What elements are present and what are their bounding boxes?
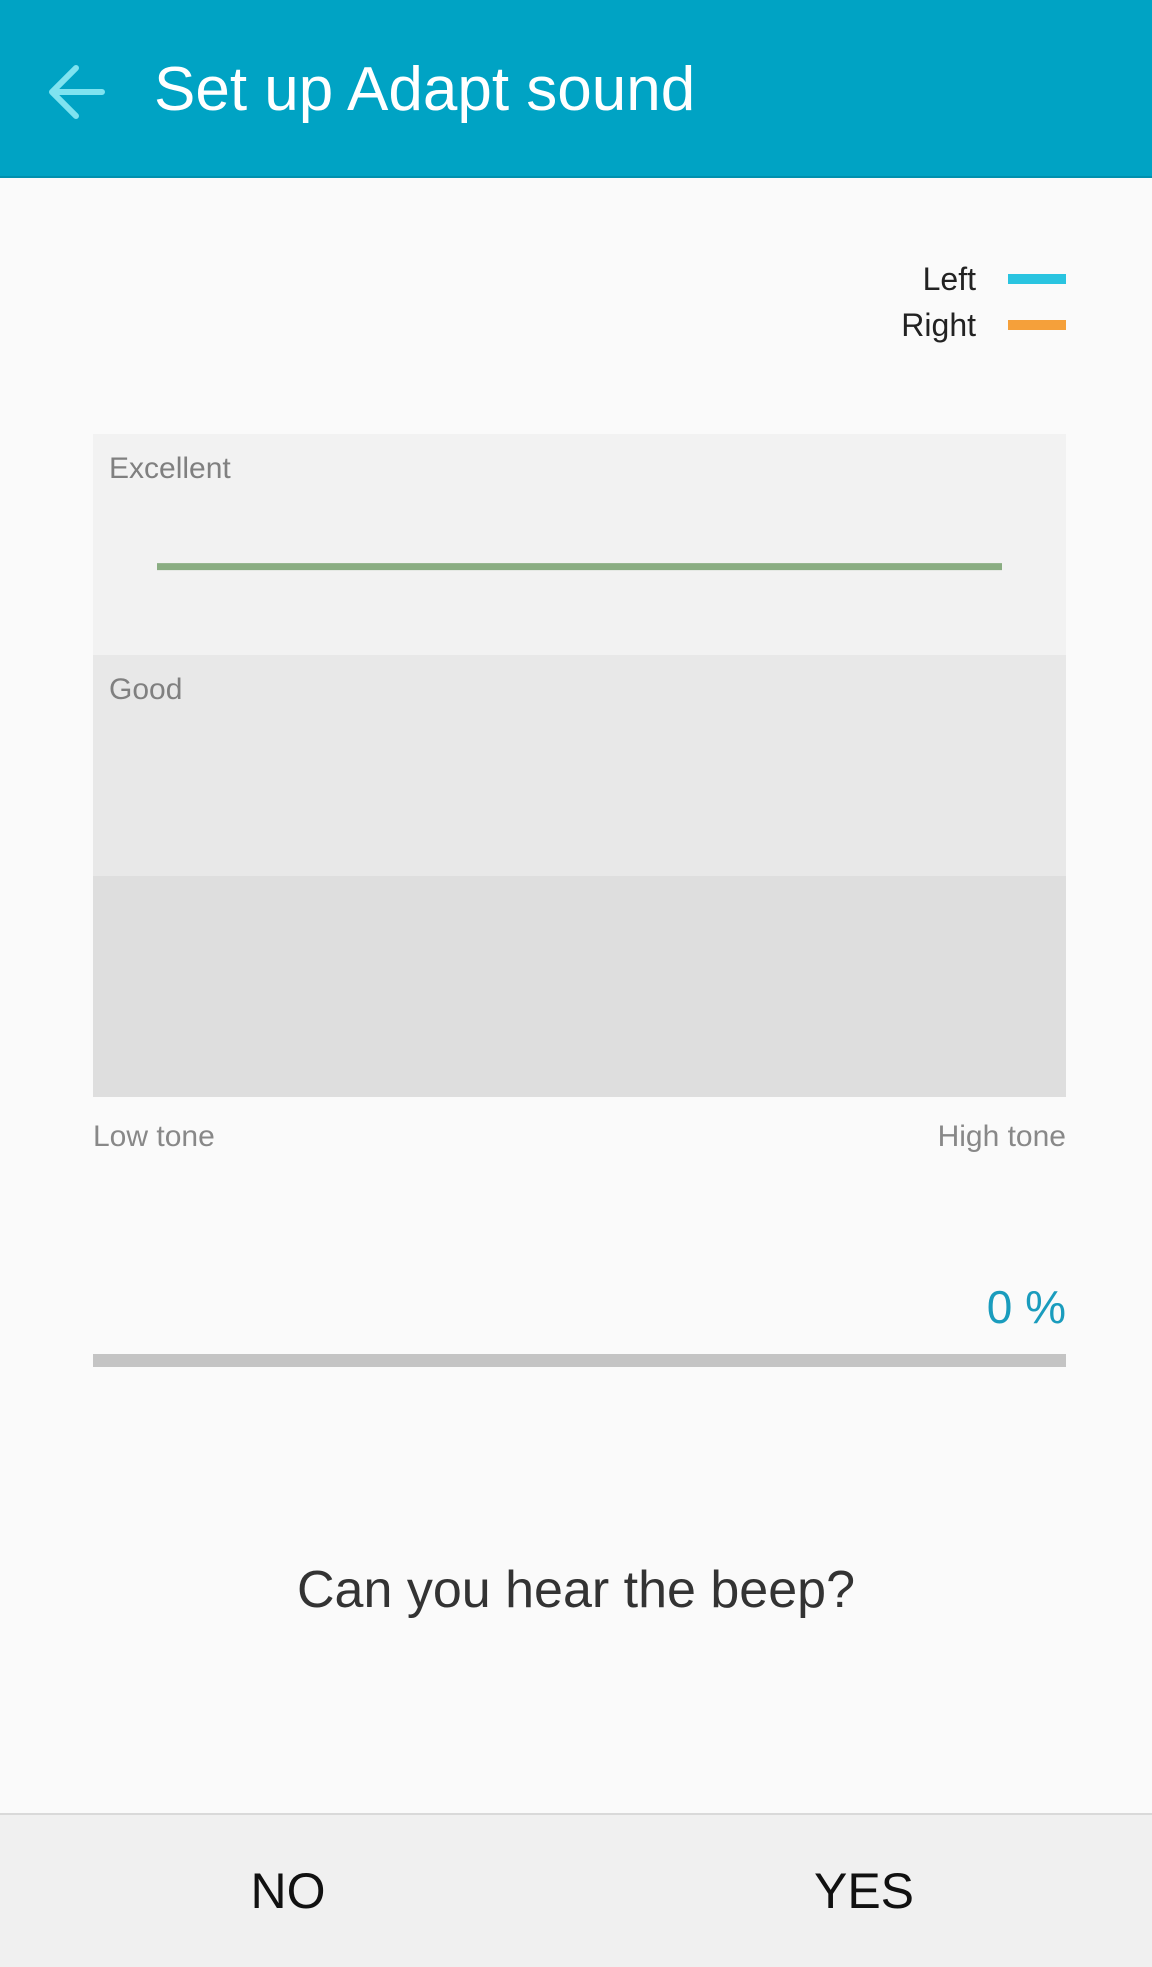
legend-item-left: Left bbox=[901, 256, 1066, 302]
chart-legend: Left Right bbox=[901, 256, 1066, 348]
beep-question: Can you hear the beep? bbox=[297, 1561, 855, 1619]
legend-item-right: Right bbox=[901, 302, 1066, 348]
x-axis-low-label: Low tone bbox=[93, 1120, 215, 1153]
arrow-left-icon bbox=[49, 65, 105, 119]
legend-label-left: Left bbox=[922, 260, 976, 297]
progress-bar bbox=[93, 1354, 1066, 1367]
legend-label-right: Right bbox=[901, 306, 976, 343]
action-bar: NO YES bbox=[0, 1813, 1152, 1967]
legend-swatch-right bbox=[1008, 320, 1066, 330]
x-axis-high-label: High tone bbox=[937, 1120, 1066, 1153]
app-bar: Set up Adapt sound bbox=[0, 0, 1152, 178]
progress-percent: 0 % bbox=[986, 1281, 1066, 1333]
yes-button[interactable]: YES bbox=[576, 1815, 1152, 1967]
chart-lines bbox=[157, 563, 1002, 571]
hearing-chart: Excellent Good bbox=[93, 434, 1066, 1097]
back-button[interactable] bbox=[36, 52, 116, 132]
legend-swatch-left bbox=[1008, 274, 1066, 284]
no-button[interactable]: NO bbox=[0, 1815, 576, 1967]
page-title: Set up Adapt sound bbox=[154, 55, 696, 124]
